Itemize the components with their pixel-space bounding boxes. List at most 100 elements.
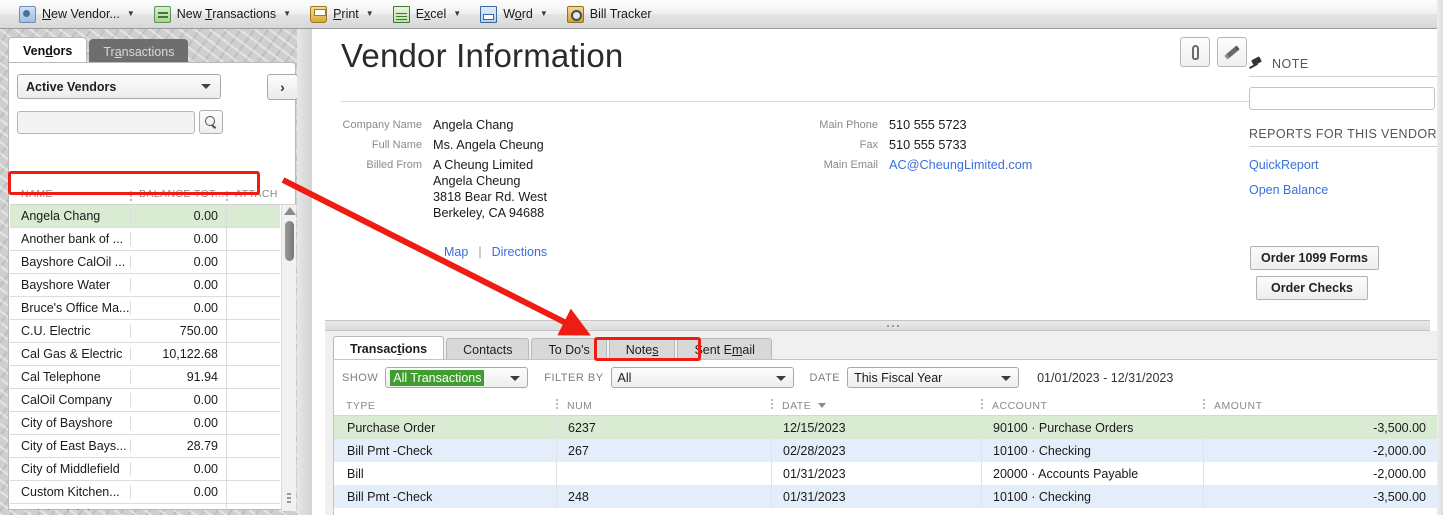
vendor-list-row[interactable]: Angela Chang 0.00 (10, 205, 280, 228)
toolbar-bill-tracker-label: Bill Tracker (589, 7, 652, 21)
column-grip-icon[interactable] (771, 399, 773, 411)
active-vendors-dropdown[interactable]: Active Vendors (17, 74, 221, 99)
vendor-list-row[interactable]: Bayshore CalOil ... 0.00 (10, 251, 280, 274)
pane-divider-scrollbar[interactable] (297, 29, 312, 515)
vendor-list-row[interactable]: C.U. Electric 750.00 (10, 320, 280, 343)
column-header-account-label: ACCOUNT (992, 399, 1048, 412)
vendor-balance-cell: 0.00 (130, 301, 226, 315)
transaction-date-cell: 02/28/2023 (771, 439, 981, 462)
sort-descending-icon (818, 403, 827, 408)
column-header-type[interactable]: TYPE (334, 396, 556, 415)
vendor-balance-cell: 91.94 (130, 370, 226, 384)
field-fax: Fax 510 555 5733 (813, 137, 1032, 153)
vendor-list-row[interactable]: City of Middlefield 0.00 (10, 458, 280, 481)
vendor-list-row[interactable]: Bayshore Water 0.00 (10, 274, 280, 297)
toolbar-new-transactions[interactable]: New Transactions ▼ (149, 2, 296, 27)
new-vendor-icon (19, 5, 36, 23)
toolbar-print[interactable]: Print ▼ (305, 2, 379, 27)
vendor-list-row[interactable]: Bruce's Office Ma... 0.00 (10, 297, 280, 320)
scroll-up-arrow-icon[interactable] (284, 207, 296, 215)
vendor-list-row[interactable]: Daigle Lighting1,591.00 (10, 504, 280, 510)
scrollbar-grip-icon (287, 493, 291, 505)
tab-transactions-label: Transactions (103, 44, 175, 59)
panel-splitter[interactable] (325, 320, 1430, 331)
transaction-date-cell: 01/31/2023 (771, 485, 981, 508)
main-email-link[interactable]: AC@CheungLimited.com (889, 157, 1032, 173)
vendor-list-row[interactable]: CalOil Company 0.00 (10, 389, 280, 412)
vendor-list-row[interactable]: City of East Bays... 28.79 (10, 435, 280, 458)
vendor-list-scrollbar[interactable] (281, 205, 296, 511)
column-header-date[interactable]: DATE (771, 396, 981, 415)
vendor-balance-cell: 10,122.68 (130, 347, 226, 361)
column-grip-icon[interactable] (1203, 399, 1205, 411)
search-input[interactable] (17, 110, 195, 134)
toolbar-bill-tracker[interactable]: Bill Tracker (562, 2, 657, 27)
tab-notes[interactable]: Notes (608, 338, 676, 361)
column-header-num[interactable]: NUM (556, 396, 771, 415)
transaction-row[interactable]: Bill Pmt -Check 267 02/28/2023 10100 · Chec… (334, 439, 1438, 462)
tab-sent-email[interactable]: Sent Email (677, 338, 772, 361)
attach-button[interactable] (1180, 37, 1210, 67)
directions-link[interactable]: Directions (492, 245, 548, 259)
tab-contacts[interactable]: Contacts (446, 338, 530, 361)
filter-by-dropdown[interactable]: All (610, 367, 794, 388)
transaction-account-cell: 90100 · Purchase Orders (981, 416, 1203, 439)
column-header-amount[interactable]: AMOUNT (1203, 396, 1438, 415)
transaction-row[interactable]: Bill Pmt -Check 248 01/31/2023 10100 · Chec… (334, 485, 1438, 508)
toolbar-excel[interactable]: Excel ▼ (388, 2, 467, 27)
vendor-list-row[interactable]: Cal Telephone 91.94 (10, 366, 280, 389)
field-value: 510 555 5723 (889, 118, 967, 132)
excel-icon (392, 5, 410, 23)
vendor-name-cell: Bayshore CalOil ... (21, 255, 126, 269)
toolbar-word[interactable]: Word ▼ (475, 2, 553, 27)
show-filter-dropdown[interactable]: All Transactions (385, 367, 529, 388)
vendor-list-row[interactable]: City of Bayshore 0.00 (10, 412, 280, 435)
window-scroll-strip[interactable] (1437, 0, 1443, 515)
transaction-row[interactable]: Bill 01/31/2023 20000 · Accounts Payable -2… (334, 462, 1438, 485)
chevron-down-icon[interactable]: ▼ (540, 10, 548, 18)
tab-transactions-bottom[interactable]: Transactions (333, 336, 445, 361)
search-icon (205, 116, 217, 128)
note-input[interactable] (1249, 87, 1435, 110)
tab-label: Transactions (350, 342, 428, 356)
search-button[interactable] (199, 110, 223, 134)
bottom-tab-bar: Transactions Contacts To Do's Notes Sent… (333, 336, 774, 361)
vendor-list-row[interactable]: Cal Gas & Electric 10,122.68 (10, 343, 280, 366)
toolbar-new-vendor[interactable]: New Vendor... ▼ (14, 2, 140, 27)
tab-transactions[interactable]: Transactions (89, 39, 189, 64)
address-line: A Cheung Limited (433, 158, 534, 172)
chevron-down-icon[interactable]: ▼ (366, 10, 374, 18)
edit-vendor-button[interactable] (1217, 37, 1247, 67)
date-filter-dropdown[interactable]: This Fiscal Year (847, 367, 1020, 388)
order-checks-button[interactable]: Order Checks (1256, 276, 1368, 300)
vendor-list-row[interactable]: Custom Kitchen... 0.00 (10, 481, 280, 504)
expand-list-button[interactable]: › (267, 74, 298, 100)
column-header-account[interactable]: ACCOUNT (981, 396, 1203, 415)
map-link[interactable]: Map (444, 245, 468, 259)
scrollbar-thumb[interactable] (285, 221, 294, 261)
transaction-row[interactable]: Purchase Order 6237 12/15/2023 90100 · Purc… (334, 416, 1438, 439)
tab-todos[interactable]: To Do's (531, 338, 607, 361)
chevron-down-icon[interactable]: ▼ (127, 10, 135, 18)
field-label: Main Email (823, 159, 878, 171)
quickreport-link[interactable]: QuickReport (1249, 158, 1443, 172)
column-grip-icon[interactable] (130, 190, 132, 203)
column-grip-icon[interactable] (981, 399, 983, 411)
vendor-name-cell: City of East Bays... (21, 439, 127, 453)
note-heading-label: NOTE (1272, 57, 1309, 71)
vendor-search (17, 110, 223, 134)
tab-vendors[interactable]: Vendors (8, 37, 88, 64)
column-grip-icon[interactable] (226, 190, 228, 203)
chevron-down-icon[interactable]: ▼ (453, 10, 461, 18)
header-action-buttons (1180, 37, 1247, 67)
field-label: Fax (859, 139, 878, 151)
chevron-down-icon[interactable]: ▼ (283, 10, 291, 18)
column-header-num-label: NUM (567, 399, 593, 412)
vendor-name-cell: Daigle Lighting (10, 508, 130, 510)
billed-from-address: A Cheung Limited Angela Cheung 3818 Bear… (433, 157, 547, 221)
column-grip-icon[interactable] (556, 399, 558, 411)
transactions-panel-body: SHOW All Transactions FILTER BY All DATE… (333, 359, 1439, 515)
order-1099-forms-button[interactable]: Order 1099 Forms (1250, 246, 1379, 270)
open-balance-link[interactable]: Open Balance (1249, 183, 1443, 197)
vendor-list-row[interactable]: Another bank of ... 0.00 (10, 228, 280, 251)
